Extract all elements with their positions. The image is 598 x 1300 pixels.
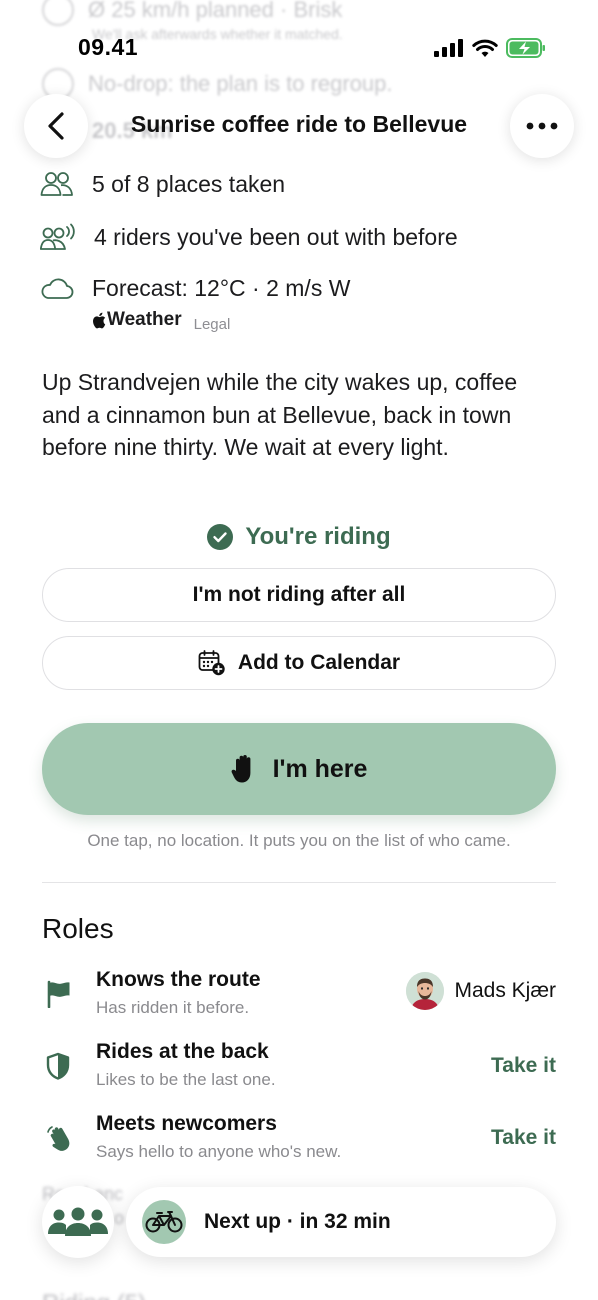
role-name: Rides at the back	[96, 1040, 269, 1063]
role-name: Meets newcomers	[96, 1112, 277, 1135]
role-description: Likes to be the last one.	[96, 1070, 276, 1089]
signal-icon	[434, 39, 463, 57]
checkmark-circle-icon	[207, 524, 234, 550]
flag-icon	[47, 980, 70, 1008]
places-row: 5 of 8 places taken	[40, 170, 285, 198]
people-icon	[40, 172, 73, 196]
bicycle-icon	[145, 1211, 183, 1233]
calendar-add-icon	[198, 650, 225, 676]
take-role-button[interactable]: Take it	[491, 1126, 556, 1150]
not-riding-label: I'm not riding after all	[192, 583, 406, 606]
role-item-route: Knows the route Has ridden it before. Ma…	[42, 968, 556, 1028]
weather-attribution: Weather Legal	[92, 309, 230, 333]
im-here-button[interactable]: I'm here	[42, 723, 556, 815]
role-description: Says hello to anyone who's new.	[96, 1142, 342, 1161]
next-up-text: Next up · in 32 min	[204, 1210, 391, 1233]
ellipsis-icon	[526, 122, 558, 130]
cloud-icon	[41, 278, 74, 299]
role-assignee[interactable]: Mads Kjær	[406, 972, 556, 1010]
status-time: 09.41	[78, 34, 139, 60]
ghost-roles-note-2: o	[114, 1208, 124, 1229]
group-button[interactable]	[42, 1186, 114, 1258]
role-item-back: Rides at the back Likes to be the last o…	[42, 1040, 556, 1100]
ghost-note-c: o	[114, 1208, 125, 1228]
add-to-calendar-button[interactable]: Add to Calendar	[42, 636, 556, 690]
group-icon	[48, 1207, 108, 1236]
bike-badge	[142, 1200, 186, 1244]
wifi-icon	[472, 39, 498, 57]
rsvp-status: You're riding	[0, 523, 598, 551]
known-riders-row: 4 riders you've been out with before	[40, 223, 458, 251]
more-button[interactable]	[510, 94, 574, 158]
weather-brand-text: Weather	[107, 309, 182, 330]
battery-charging-icon	[506, 38, 545, 58]
roles-heading: Roles	[42, 913, 114, 944]
rsvp-status-text: You're riding	[245, 523, 391, 550]
next-up-bar[interactable]: Next up · in 32 min	[126, 1187, 556, 1257]
known-riders-text: 4 riders you've been out with before	[94, 223, 458, 250]
ride-description: Up Strandvejen while the city wakes up, …	[42, 369, 518, 460]
role-item-newcomers: Meets newcomers Says hello to anyone who…	[42, 1112, 556, 1172]
status-icons	[434, 38, 546, 58]
weather-brand[interactable]: Weather	[92, 309, 182, 331]
chevron-left-icon	[48, 112, 64, 140]
wave-hand-icon	[47, 1126, 70, 1151]
people-signal-icon	[40, 223, 75, 250]
back-button[interactable]	[24, 94, 88, 158]
im-here-label: I'm here	[272, 754, 368, 783]
not-riding-button[interactable]: I'm not riding after all	[42, 568, 556, 622]
forecast-text: Forecast: 12°C · 2 m/s W	[92, 275, 351, 301]
role-name: Knows the route	[96, 968, 261, 991]
forecast-row: Forecast: 12°C · 2 m/s W	[40, 275, 350, 302]
status-bar: 09.41	[0, 0, 598, 82]
add-to-calendar-label: Add to Calendar	[237, 651, 401, 674]
role-description: Has ridden it before.	[96, 998, 250, 1017]
shield-icon	[46, 1052, 70, 1080]
apple-logo-icon	[93, 312, 106, 328]
raised-hand-icon	[231, 755, 250, 783]
weather-legal-link[interactable]: Legal	[194, 316, 231, 333]
places-text: 5 of 8 places taken	[92, 170, 286, 197]
take-role-button[interactable]: Take it	[491, 1054, 556, 1078]
section-divider	[42, 882, 556, 883]
ghost-riders-text: Riding (5)	[42, 1290, 146, 1300]
page-title: Sunrise coffee ride to Bellevue	[130, 111, 468, 137]
assignee-name: Mads Kjær	[454, 979, 556, 1002]
im-here-note: One tap, no location. It puts you on the…	[87, 831, 511, 850]
avatar	[406, 972, 445, 1010]
ghost-riders-heading: Riding (5)	[42, 1290, 146, 1300]
person-avatar-icon	[406, 972, 445, 1010]
